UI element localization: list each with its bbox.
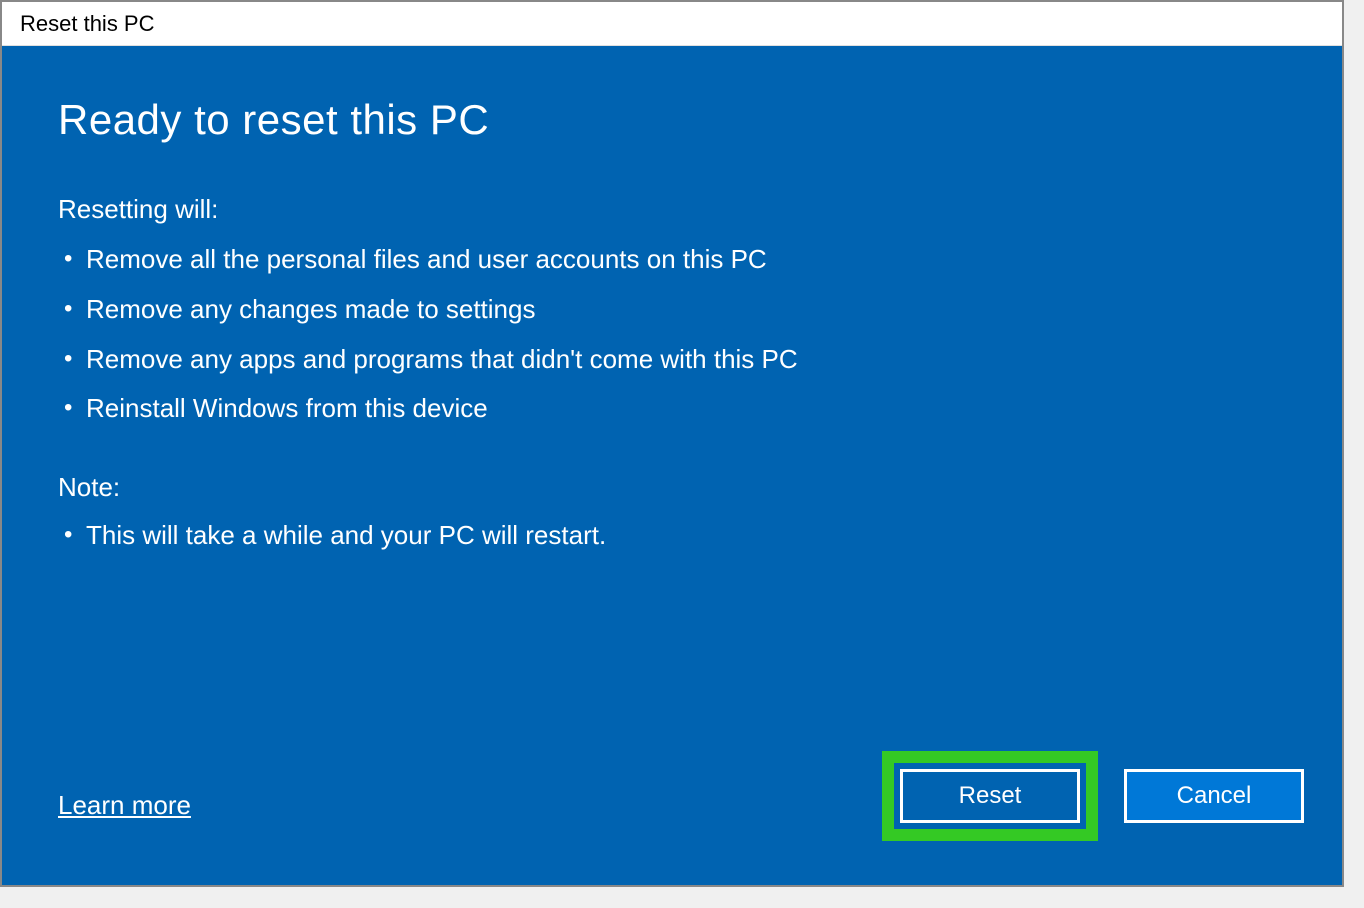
list-item: Remove any changes made to settings xyxy=(58,285,1286,335)
note-label: Note: xyxy=(58,472,1286,503)
list-item: This will take a while and your PC will … xyxy=(58,511,1286,561)
page-heading: Ready to reset this PC xyxy=(58,96,1286,144)
note-list: This will take a while and your PC will … xyxy=(58,511,1286,561)
dialog-button-row: Reset Cancel xyxy=(882,751,1304,841)
list-item: Remove any apps and programs that didn't… xyxy=(58,335,1286,385)
dialog-content: Ready to reset this PC Resetting will: R… xyxy=(2,46,1342,885)
reset-pc-dialog: Reset this PC Ready to reset this PC Res… xyxy=(0,0,1344,887)
reset-actions-list: Remove all the personal files and user a… xyxy=(58,235,1286,434)
learn-more-link[interactable]: Learn more xyxy=(58,790,191,821)
reset-button-highlight: Reset xyxy=(882,751,1098,841)
dialog-title: Reset this PC xyxy=(20,11,155,37)
resetting-will-label: Resetting will: xyxy=(58,194,1286,225)
reset-button[interactable]: Reset xyxy=(900,769,1080,823)
dialog-titlebar[interactable]: Reset this PC xyxy=(2,2,1342,46)
list-item: Remove all the personal files and user a… xyxy=(58,235,1286,285)
list-item: Reinstall Windows from this device xyxy=(58,384,1286,434)
cancel-button[interactable]: Cancel xyxy=(1124,769,1304,823)
